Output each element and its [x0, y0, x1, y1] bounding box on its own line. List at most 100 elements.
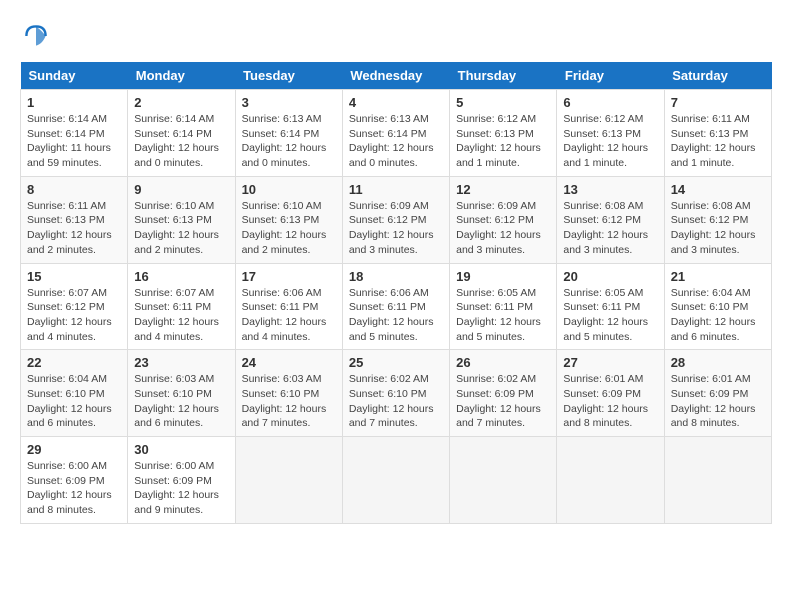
day-header-monday: Monday — [128, 62, 235, 90]
day-number: 21 — [671, 269, 765, 284]
day-info: Sunrise: 6:06 AMSunset: 6:11 PMDaylight:… — [349, 286, 443, 345]
day-info: Sunrise: 6:05 AMSunset: 6:11 PMDaylight:… — [563, 286, 657, 345]
logo-icon — [20, 20, 52, 52]
day-info: Sunrise: 6:02 AMSunset: 6:09 PMDaylight:… — [456, 372, 550, 431]
day-number: 20 — [563, 269, 657, 284]
page-header — [20, 20, 772, 52]
calendar-cell — [557, 437, 664, 524]
day-number: 5 — [456, 95, 550, 110]
day-number: 4 — [349, 95, 443, 110]
calendar-cell: 20 Sunrise: 6:05 AMSunset: 6:11 PMDayligh… — [557, 263, 664, 350]
day-header-friday: Friday — [557, 62, 664, 90]
calendar-cell: 30 Sunrise: 6:00 AMSunset: 6:09 PMDayligh… — [128, 437, 235, 524]
day-info: Sunrise: 6:11 AMSunset: 6:13 PMDaylight:… — [671, 112, 765, 171]
calendar-cell: 5 Sunrise: 6:12 AMSunset: 6:13 PMDaylight… — [450, 90, 557, 177]
day-info: Sunrise: 6:14 AMSunset: 6:14 PMDaylight:… — [134, 112, 228, 171]
calendar-cell: 11 Sunrise: 6:09 AMSunset: 6:12 PMDayligh… — [342, 176, 449, 263]
calendar-cell — [664, 437, 771, 524]
calendar-cell: 25 Sunrise: 6:02 AMSunset: 6:10 PMDayligh… — [342, 350, 449, 437]
day-info: Sunrise: 6:11 AMSunset: 6:13 PMDaylight:… — [27, 199, 121, 258]
day-number: 28 — [671, 355, 765, 370]
day-number: 9 — [134, 182, 228, 197]
day-info: Sunrise: 6:04 AMSunset: 6:10 PMDaylight:… — [671, 286, 765, 345]
calendar-cell: 14Sunrise: 6:08 AMSunset: 6:12 PMDayligh… — [664, 176, 771, 263]
day-info: Sunrise: 6:12 AMSunset: 6:13 PMDaylight:… — [563, 112, 657, 171]
day-number: 10 — [242, 182, 336, 197]
day-info: Sunrise: 6:07 AMSunset: 6:12 PMDaylight:… — [27, 286, 121, 345]
day-header-saturday: Saturday — [664, 62, 771, 90]
logo — [20, 20, 56, 52]
calendar-cell: 1 Sunrise: 6:14 AMSunset: 6:14 PMDaylight… — [21, 90, 128, 177]
calendar-cell: 23 Sunrise: 6:03 AMSunset: 6:10 PMDayligh… — [128, 350, 235, 437]
day-number: 15 — [27, 269, 121, 284]
day-number: 13 — [563, 182, 657, 197]
day-info: Sunrise: 6:05 AMSunset: 6:11 PMDaylight:… — [456, 286, 550, 345]
calendar-cell: 29 Sunrise: 6:00 AMSunset: 6:09 PMDayligh… — [21, 437, 128, 524]
calendar-cell: 15 Sunrise: 6:07 AMSunset: 6:12 PMDayligh… — [21, 263, 128, 350]
calendar-cell: 8 Sunrise: 6:11 AMSunset: 6:13 PMDaylight… — [21, 176, 128, 263]
calendar-cell — [342, 437, 449, 524]
day-info: Sunrise: 6:12 AMSunset: 6:13 PMDaylight:… — [456, 112, 550, 171]
day-number: 30 — [134, 442, 228, 457]
calendar-cell: 2 Sunrise: 6:14 AMSunset: 6:14 PMDaylight… — [128, 90, 235, 177]
day-info: Sunrise: 6:07 AMSunset: 6:11 PMDaylight:… — [134, 286, 228, 345]
day-number: 29 — [27, 442, 121, 457]
day-info: Sunrise: 6:10 AMSunset: 6:13 PMDaylight:… — [134, 199, 228, 258]
day-info: Sunrise: 6:01 AMSunset: 6:09 PMDaylight:… — [563, 372, 657, 431]
day-info: Sunrise: 6:09 AMSunset: 6:12 PMDaylight:… — [456, 199, 550, 258]
day-info: Sunrise: 6:00 AMSunset: 6:09 PMDaylight:… — [27, 459, 121, 518]
calendar-cell: 9 Sunrise: 6:10 AMSunset: 6:13 PMDaylight… — [128, 176, 235, 263]
day-info: Sunrise: 6:09 AMSunset: 6:12 PMDaylight:… — [349, 199, 443, 258]
day-info: Sunrise: 6:02 AMSunset: 6:10 PMDaylight:… — [349, 372, 443, 431]
day-info: Sunrise: 6:04 AMSunset: 6:10 PMDaylight:… — [27, 372, 121, 431]
day-info: Sunrise: 6:00 AMSunset: 6:09 PMDaylight:… — [134, 459, 228, 518]
day-number: 23 — [134, 355, 228, 370]
calendar-week-row: 22 Sunrise: 6:04 AMSunset: 6:10 PMDayligh… — [21, 350, 772, 437]
day-header-thursday: Thursday — [450, 62, 557, 90]
day-info: Sunrise: 6:01 AMSunset: 6:09 PMDaylight:… — [671, 372, 765, 431]
calendar-table: SundayMondayTuesdayWednesdayThursdayFrid… — [20, 62, 772, 524]
calendar-cell: 22 Sunrise: 6:04 AMSunset: 6:10 PMDayligh… — [21, 350, 128, 437]
day-number: 8 — [27, 182, 121, 197]
day-info: Sunrise: 6:03 AMSunset: 6:10 PMDaylight:… — [134, 372, 228, 431]
calendar-cell: 26Sunrise: 6:02 AMSunset: 6:09 PMDayligh… — [450, 350, 557, 437]
calendar-cell: 24Sunrise: 6:03 AMSunset: 6:10 PMDayligh… — [235, 350, 342, 437]
calendar-week-row: 8 Sunrise: 6:11 AMSunset: 6:13 PMDaylight… — [21, 176, 772, 263]
day-info: Sunrise: 6:08 AMSunset: 6:12 PMDaylight:… — [563, 199, 657, 258]
day-header-wednesday: Wednesday — [342, 62, 449, 90]
day-number: 17 — [242, 269, 336, 284]
calendar-cell: 13 Sunrise: 6:08 AMSunset: 6:12 PMDayligh… — [557, 176, 664, 263]
calendar-header-row: SundayMondayTuesdayWednesdayThursdayFrid… — [21, 62, 772, 90]
calendar-cell: 19 Sunrise: 6:05 AMSunset: 6:11 PMDayligh… — [450, 263, 557, 350]
day-number: 11 — [349, 182, 443, 197]
calendar-week-row: 1 Sunrise: 6:14 AMSunset: 6:14 PMDaylight… — [21, 90, 772, 177]
calendar-cell: 21 Sunrise: 6:04 AMSunset: 6:10 PMDayligh… — [664, 263, 771, 350]
day-number: 12 — [456, 182, 550, 197]
calendar-cell — [450, 437, 557, 524]
day-info: Sunrise: 6:14 AMSunset: 6:14 PMDaylight:… — [27, 112, 121, 171]
day-number: 1 — [27, 95, 121, 110]
calendar-cell: 27 Sunrise: 6:01 AMSunset: 6:09 PMDayligh… — [557, 350, 664, 437]
calendar-cell — [235, 437, 342, 524]
day-number: 14 — [671, 182, 765, 197]
calendar-cell: 16 Sunrise: 6:07 AMSunset: 6:11 PMDayligh… — [128, 263, 235, 350]
day-number: 25 — [349, 355, 443, 370]
calendar-week-row: 15 Sunrise: 6:07 AMSunset: 6:12 PMDayligh… — [21, 263, 772, 350]
day-number: 19 — [456, 269, 550, 284]
day-info: Sunrise: 6:13 AMSunset: 6:14 PMDaylight:… — [242, 112, 336, 171]
day-header-tuesday: Tuesday — [235, 62, 342, 90]
calendar-week-row: 29 Sunrise: 6:00 AMSunset: 6:09 PMDayligh… — [21, 437, 772, 524]
day-number: 2 — [134, 95, 228, 110]
day-number: 22 — [27, 355, 121, 370]
calendar-cell: 18 Sunrise: 6:06 AMSunset: 6:11 PMDayligh… — [342, 263, 449, 350]
calendar-cell: 10Sunrise: 6:10 AMSunset: 6:13 PMDayligh… — [235, 176, 342, 263]
day-number: 27 — [563, 355, 657, 370]
calendar-cell: 3Sunrise: 6:13 AMSunset: 6:14 PMDaylight… — [235, 90, 342, 177]
day-number: 6 — [563, 95, 657, 110]
day-number: 16 — [134, 269, 228, 284]
calendar-cell: 4Sunrise: 6:13 AMSunset: 6:14 PMDaylight… — [342, 90, 449, 177]
calendar-cell: 28 Sunrise: 6:01 AMSunset: 6:09 PMDayligh… — [664, 350, 771, 437]
calendar-cell: 12 Sunrise: 6:09 AMSunset: 6:12 PMDayligh… — [450, 176, 557, 263]
day-info: Sunrise: 6:03 AMSunset: 6:10 PMDaylight:… — [242, 372, 336, 431]
day-number: 18 — [349, 269, 443, 284]
